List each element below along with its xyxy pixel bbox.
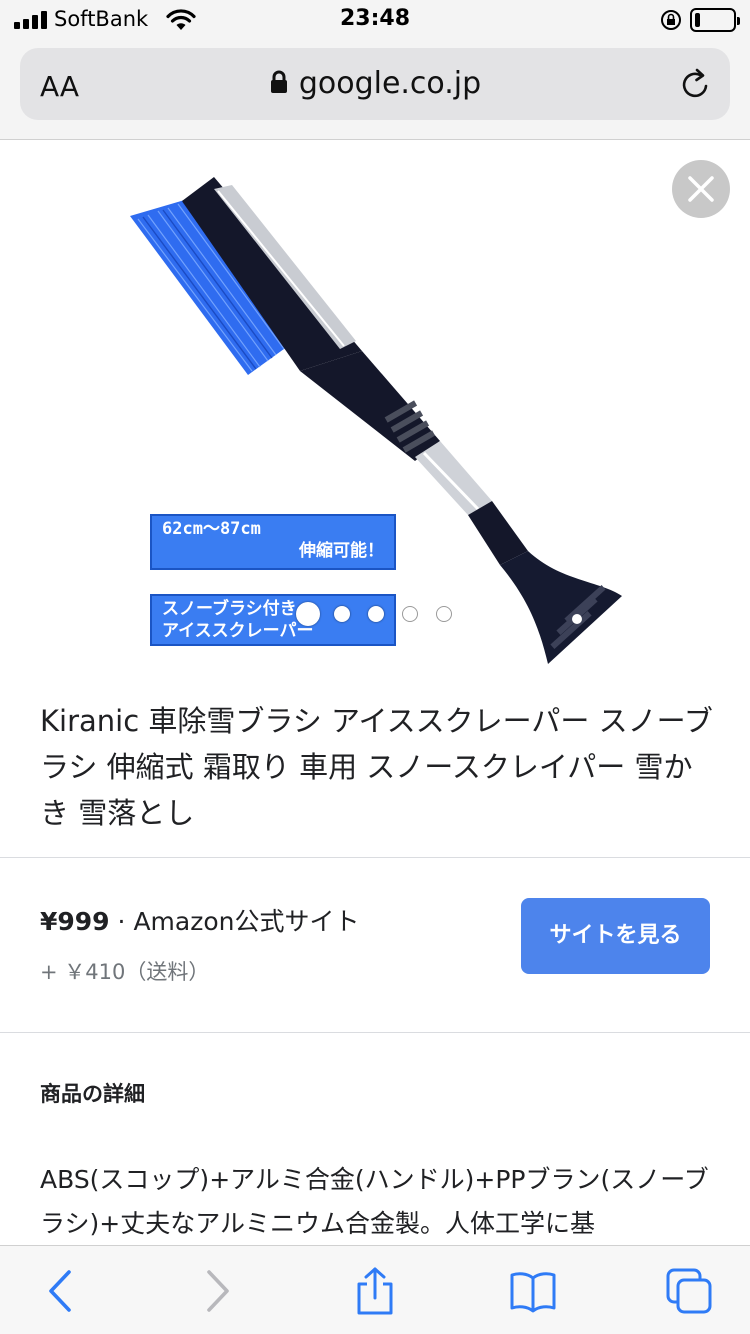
- type-callout-line2: アイススクレーパー: [162, 621, 314, 641]
- separator: ·: [109, 907, 134, 936]
- carousel-dot[interactable]: [296, 602, 320, 626]
- offer-line: ¥999 · Amazon公式サイト: [40, 902, 359, 938]
- clock: 23:48: [339, 6, 411, 31]
- visit-site-button[interactable]: サイトを見る: [521, 898, 710, 974]
- details-text: ABS(スコップ)+アルミ合金(ハンドル)+PPブラン(スノーブラシ)+丈夫なア…: [40, 1165, 709, 1238]
- bookmarks-icon[interactable]: [508, 1266, 558, 1316]
- length-callout-line1: 62cm〜87cm: [162, 519, 261, 539]
- tabs-icon[interactable]: [664, 1266, 714, 1316]
- carousel-dot[interactable]: [402, 606, 418, 622]
- length-callout: 62cm〜87cm 伸縮可能！: [150, 514, 396, 570]
- browser-top-bar: AA google.co.jp: [0, 40, 750, 140]
- battery-icon: [690, 8, 740, 32]
- type-callout-line1: スノーブラシ付き: [162, 599, 297, 619]
- product-image[interactable]: 62cm〜87cm 伸縮可能！ スノーブラシ付き アイススクレーパー: [0, 141, 750, 671]
- divider: [0, 857, 750, 858]
- rotation-lock-icon: [661, 10, 681, 30]
- type-callout: スノーブラシ付き アイススクレーパー: [150, 594, 396, 646]
- carousel-dot[interactable]: [334, 606, 350, 622]
- details-heading: 商品の詳細: [40, 1082, 145, 1106]
- snow-brush-illustration: [130, 177, 622, 664]
- reload-icon[interactable]: [678, 68, 712, 102]
- forward-icon[interactable]: [192, 1266, 242, 1316]
- close-button[interactable]: [672, 160, 730, 218]
- back-icon[interactable]: [36, 1266, 86, 1316]
- close-icon: [688, 176, 714, 202]
- length-callout-line2: 伸縮可能！: [299, 541, 384, 561]
- carousel-dot[interactable]: [436, 606, 452, 622]
- lock-icon: [270, 70, 287, 93]
- url-text: google.co.jp: [298, 66, 482, 101]
- url-display[interactable]: google.co.jp: [20, 66, 730, 101]
- share-icon[interactable]: [350, 1266, 400, 1316]
- divider: [0, 1032, 750, 1033]
- seller-name: Amazon公式サイト: [133, 907, 360, 936]
- price: ¥999: [40, 907, 110, 936]
- shipping-cost: + ￥410（送料）: [40, 960, 210, 984]
- address-bar[interactable]: AA google.co.jp: [20, 48, 730, 120]
- product-title: Kiranic 車除雪ブラシ アイススクレーパー スノーブラシ 伸縮式 霜取り …: [40, 704, 713, 830]
- status-bar: SoftBank 23:48: [0, 0, 750, 40]
- bottom-toolbar: [0, 1245, 750, 1334]
- carousel-dot[interactable]: [368, 606, 384, 622]
